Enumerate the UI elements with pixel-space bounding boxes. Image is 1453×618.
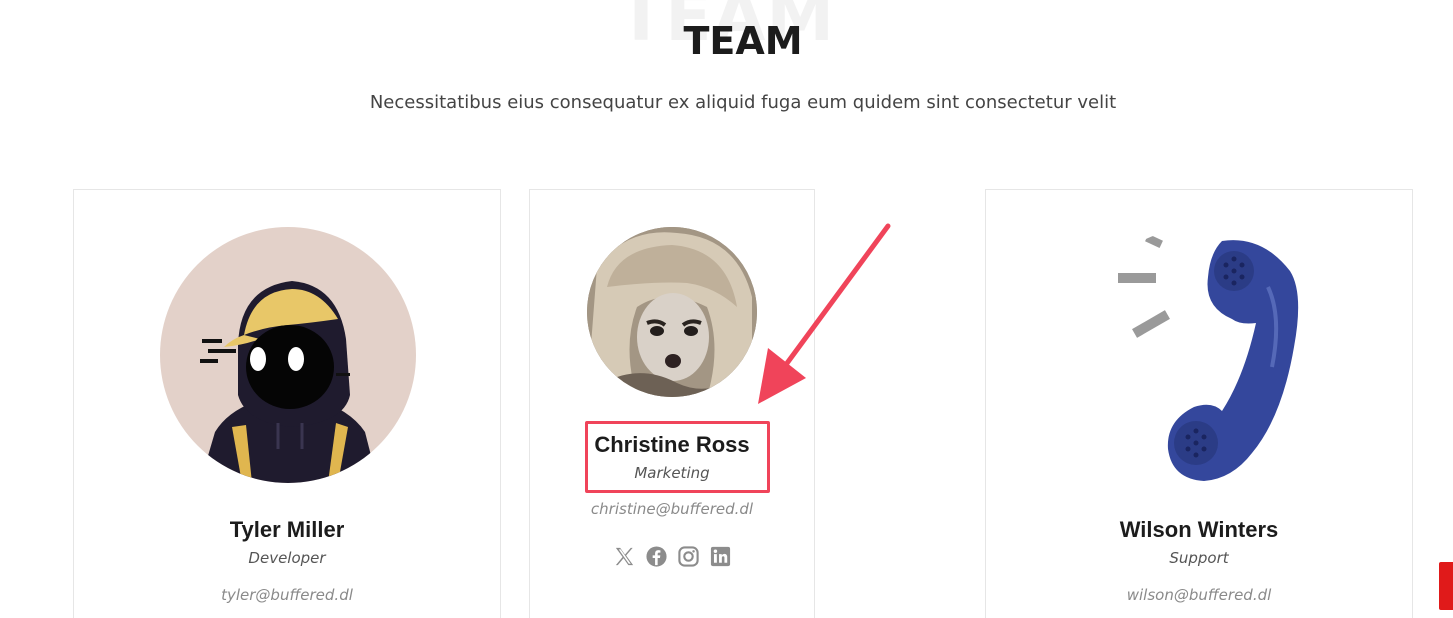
team-member-card: Wilson Winters Support wilson@buffered.d… [985,189,1413,618]
social-links [530,545,814,568]
team-section: TEAM TEAM Necessitatibus eius consequatu… [0,0,1453,618]
illustrated-portrait-avatar-image [587,227,757,397]
highlight-box [585,421,770,493]
linkedin-icon[interactable] [709,545,732,568]
instagram-icon[interactable] [677,545,700,568]
member-name: Wilson Winters [1119,517,1279,542]
member-role: Developer [248,549,326,567]
member-email[interactable]: tyler@buffered.dl [74,585,500,605]
scroll-to-top-button[interactable] [1439,562,1453,610]
hooded-character-avatar-image [160,227,416,483]
member-email[interactable]: wilson@buffered.dl [986,585,1412,605]
member-email[interactable]: christine@buffered.dl [530,499,814,519]
section-subtitle: Necessitatibus eius consequatur ex aliqu… [369,92,1117,113]
member-avatar [1072,227,1328,483]
member-name: Tyler Miller [229,517,345,542]
section-title: TEAM [683,19,803,63]
team-member-card: Tyler Miller Developer tyler@buffered.dl [73,189,501,618]
member-avatar [160,227,416,483]
member-role: Support [1169,549,1229,567]
member-avatar [587,227,757,397]
x-icon[interactable] [613,545,636,568]
telephone-handset-avatar-image [1072,227,1328,483]
facebook-icon[interactable] [645,545,668,568]
pointer-arrow-icon [758,223,891,404]
